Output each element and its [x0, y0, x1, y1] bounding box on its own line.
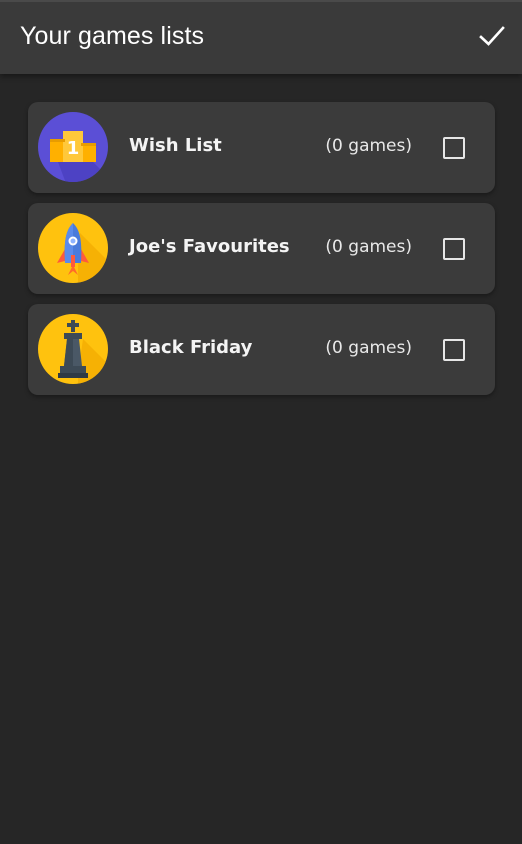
app-bar: Your games lists — [0, 0, 522, 74]
list-item-joes-favourites[interactable]: Joe's Favourites (0 games) — [28, 203, 495, 294]
list-name: Black Friday — [129, 337, 253, 358]
list-checkbox[interactable] — [443, 238, 465, 260]
list-checkbox[interactable] — [443, 339, 465, 361]
chess-king-icon — [38, 314, 108, 384]
list-item-wish-list[interactable]: 1 Wish List (0 games) — [28, 102, 495, 193]
page-title: Your games lists — [20, 22, 205, 50]
list-checkbox[interactable] — [443, 137, 465, 159]
list-game-count: (0 games) — [325, 136, 412, 156]
svg-text:1: 1 — [67, 138, 80, 159]
podium-icon: 1 — [38, 112, 108, 182]
list-name: Wish List — [129, 135, 222, 156]
list-item-black-friday[interactable]: Black Friday (0 games) — [28, 304, 495, 395]
games-lists: 1 Wish List (0 games) Joe's Favourites (… — [28, 102, 495, 405]
checkmark-icon — [479, 26, 505, 46]
rocket-icon — [38, 213, 108, 283]
list-game-count: (0 games) — [325, 237, 412, 257]
list-name: Joe's Favourites — [129, 236, 290, 257]
list-game-count: (0 games) — [325, 338, 412, 358]
confirm-button[interactable] — [476, 20, 508, 52]
